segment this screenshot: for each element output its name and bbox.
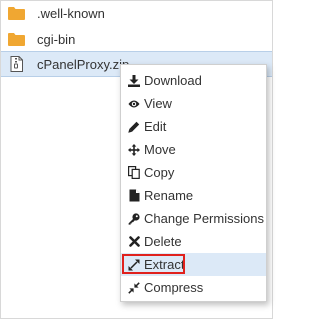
download-icon bbox=[128, 74, 140, 87]
menu-item-label: Edit bbox=[144, 119, 167, 134]
menu-item-view[interactable]: View bbox=[121, 92, 266, 115]
file-name: cPanelProxy.zip bbox=[37, 56, 130, 72]
highlight-box bbox=[122, 254, 185, 274]
eye-icon bbox=[128, 98, 140, 110]
file-row-cgi-bin[interactable]: cgi-bin bbox=[1, 27, 272, 51]
menu-item-move[interactable]: Move bbox=[121, 138, 266, 161]
menu-item-label: Copy bbox=[144, 165, 175, 180]
copy-icon bbox=[128, 166, 140, 179]
file-row-well-known[interactable]: .well-known bbox=[1, 1, 272, 25]
menu-item-copy[interactable]: Copy bbox=[121, 161, 266, 184]
menu-item-label: Delete bbox=[144, 234, 182, 249]
menu-item-edit[interactable]: Edit bbox=[121, 115, 266, 138]
x-icon bbox=[128, 236, 140, 248]
file-name: .well-known bbox=[37, 5, 105, 21]
zip-file-icon bbox=[7, 56, 25, 72]
menu-item-label: Compress bbox=[144, 280, 204, 295]
menu-item-label: Download bbox=[144, 73, 202, 88]
menu-item-change-permissions[interactable]: Change Permissions bbox=[121, 207, 266, 230]
key-icon bbox=[128, 212, 140, 225]
menu-item-label: View bbox=[144, 96, 172, 111]
menu-item-extract[interactable]: Extract bbox=[121, 253, 266, 276]
menu-item-label: Change Permissions bbox=[144, 211, 264, 226]
compress-icon bbox=[128, 281, 140, 294]
menu-item-rename[interactable]: Rename bbox=[121, 184, 266, 207]
pencil-icon bbox=[128, 121, 140, 133]
menu-item-download[interactable]: Download bbox=[121, 69, 266, 92]
move-arrows-icon bbox=[128, 143, 140, 156]
folder-icon bbox=[7, 5, 25, 21]
menu-item-label: Rename bbox=[144, 188, 194, 203]
menu-item-compress[interactable]: Compress bbox=[121, 276, 266, 299]
file-name: cgi-bin bbox=[37, 31, 76, 47]
context-menu: Download View Edit Move Copy Rename Chan… bbox=[120, 64, 267, 302]
menu-item-delete[interactable]: Delete bbox=[121, 230, 266, 253]
rename-icon bbox=[128, 189, 140, 202]
folder-icon bbox=[7, 31, 25, 47]
menu-item-label: Move bbox=[144, 142, 176, 157]
